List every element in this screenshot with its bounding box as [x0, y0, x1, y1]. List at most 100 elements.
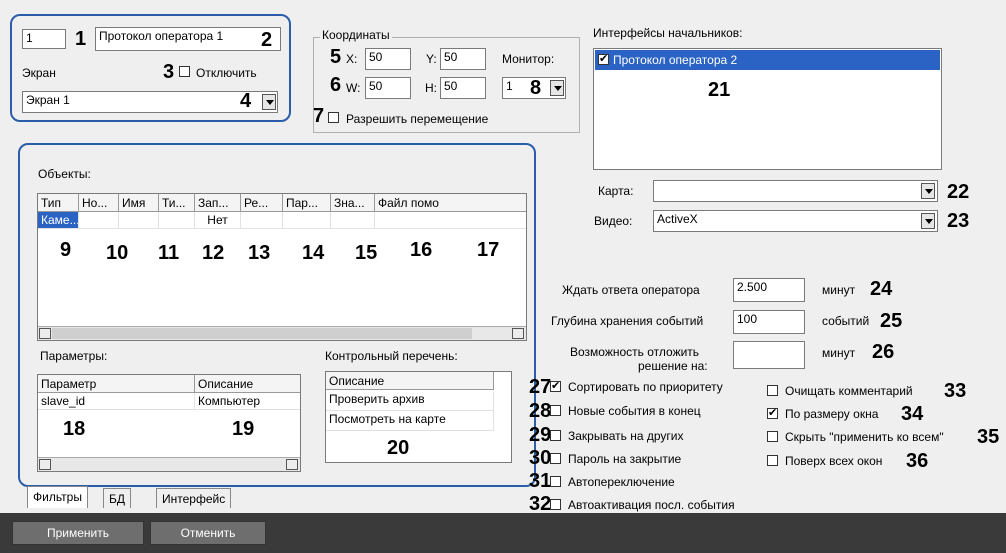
x-input[interactable]: 50 — [365, 48, 411, 70]
objects-cell-value[interactable] — [331, 212, 375, 229]
checklist-title: Контрольный перечень: — [325, 349, 458, 363]
option-clear-comment-label: Очищать комментарий — [785, 384, 913, 398]
screen-dropdown-icon[interactable] — [262, 94, 276, 110]
checklist-row-1[interactable]: Проверить архив — [326, 391, 494, 411]
params-hscrollbar[interactable] — [38, 457, 300, 471]
objects-cell-name[interactable] — [119, 212, 159, 229]
disable-checkbox[interactable] — [179, 66, 190, 77]
apply-button[interactable]: Применить — [12, 521, 144, 545]
marker-31: 31 — [529, 470, 552, 492]
objects-col-8[interactable]: Файл помо — [375, 194, 526, 212]
scroll-left-icon[interactable] — [39, 328, 51, 339]
y-label: Y: — [426, 52, 437, 66]
h-input[interactable]: 50 — [440, 77, 486, 99]
marker-27: 27 — [529, 376, 552, 398]
id-field[interactable]: 1 — [22, 29, 66, 49]
params-col-0[interactable]: Параметр — [38, 375, 195, 393]
scroll-right-icon[interactable] — [512, 328, 524, 339]
objects-cell-number[interactable] — [79, 212, 119, 229]
map-dropdown-icon[interactable] — [921, 183, 935, 199]
supervisors-list[interactable]: ✔ Протокол оператора 2 — [593, 48, 942, 170]
option-always-on-top-label: Поверх всех окон — [785, 454, 883, 468]
supervisor-item[interactable]: ✔ Протокол оператора 2 — [595, 50, 940, 70]
objects-col-3[interactable]: Ти... — [159, 194, 195, 212]
marker-36: 36 — [906, 450, 929, 472]
disable-label: Отключить — [196, 66, 257, 80]
marker-8: 8 — [530, 77, 542, 99]
objects-col-2[interactable]: Имя — [119, 194, 159, 212]
postpone-label-1: Возможность отложить — [570, 345, 700, 359]
option-fit-window-label: По размеру окна — [785, 407, 879, 421]
marker-21: 21 — [708, 79, 731, 101]
params-title: Параметры: — [40, 349, 108, 363]
objects-cell-type[interactable]: Каме... — [38, 212, 79, 229]
objects-cell-start[interactable]: Нет — [195, 212, 241, 229]
postpone-input[interactable] — [733, 341, 805, 369]
option-clear-comment-checkbox[interactable] — [767, 385, 778, 396]
option-auto-activate-checkbox[interactable] — [550, 499, 561, 510]
objects-hscrollbar[interactable] — [38, 326, 526, 340]
marker-16: 16 — [410, 239, 433, 261]
option-close-others-label: Закрывать на других — [568, 429, 684, 443]
marker-20: 20 — [387, 437, 410, 459]
marker-29: 29 — [529, 424, 552, 446]
checklist-row-2[interactable]: Посмотреть на карте — [326, 411, 494, 431]
h-label: H: — [425, 81, 437, 95]
option-auto-switch-checkbox[interactable] — [550, 476, 561, 487]
marker-9: 9 — [60, 239, 72, 261]
marker-7: 7 — [313, 105, 325, 127]
option-always-on-top-checkbox[interactable] — [767, 455, 778, 466]
video-dropdown-icon[interactable] — [921, 213, 935, 229]
marker-17: 17 — [477, 239, 500, 261]
checklist-grid[interactable]: Описание Проверить архив Посмотреть на к… — [325, 371, 512, 463]
marker-30: 30 — [529, 447, 552, 469]
option-close-others-checkbox[interactable] — [550, 430, 561, 441]
marker-12: 12 — [202, 242, 225, 264]
postpone-unit: минут — [822, 346, 856, 360]
option-new-events-end-checkbox[interactable] — [550, 405, 561, 416]
scroll-thumb[interactable] — [52, 328, 472, 339]
marker-18: 18 — [63, 418, 86, 440]
objects-cell-mode[interactable] — [241, 212, 283, 229]
objects-cell-help[interactable] — [375, 212, 526, 229]
objects-cell-kind[interactable] — [159, 212, 195, 229]
name-field[interactable]: Протокол оператора 1 — [95, 27, 281, 51]
params-scroll-right-icon[interactable] — [286, 459, 298, 470]
objects-col-0[interactable]: Тип — [38, 194, 79, 212]
supervisor-checkbox[interactable]: ✔ — [598, 54, 609, 65]
objects-grid[interactable]: Тип Но... Имя Ти... Зап... Ре... Пар... … — [37, 193, 527, 341]
tab-interface[interactable]: Интерфейс — [156, 488, 232, 508]
params-cell-param[interactable]: slave_id — [38, 393, 195, 410]
cancel-button[interactable]: Отменить — [150, 521, 266, 545]
objects-cell-param[interactable] — [283, 212, 331, 229]
y-input[interactable]: 50 — [440, 48, 486, 70]
tab-filters[interactable]: Фильтры — [27, 486, 88, 508]
marker-35: 35 — [977, 426, 1000, 448]
option-new-events-end-label: Новые события в конец — [568, 404, 701, 418]
marker-28: 28 — [529, 400, 552, 422]
objects-col-4[interactable]: Зап... — [195, 194, 241, 212]
depth-input[interactable]: 100 — [733, 310, 805, 334]
monitor-dropdown-icon[interactable] — [550, 80, 564, 96]
w-input[interactable]: 50 — [365, 77, 411, 99]
video-select[interactable]: ActiveX — [653, 210, 938, 232]
option-sort-priority-checkbox[interactable]: ✔ — [550, 381, 561, 392]
marker-33: 33 — [944, 380, 967, 402]
params-col-1[interactable]: Описание — [195, 375, 300, 393]
params-scroll-left-icon[interactable] — [39, 459, 51, 470]
tab-db[interactable]: БД — [103, 488, 132, 508]
wait-input[interactable]: 2.500 — [733, 278, 805, 302]
objects-col-1[interactable]: Но... — [79, 194, 119, 212]
allow-move-checkbox[interactable] — [328, 112, 339, 123]
objects-col-5[interactable]: Ре... — [241, 194, 283, 212]
params-cell-desc[interactable]: Компьютер — [195, 393, 300, 410]
option-hide-apply-all-checkbox[interactable] — [767, 431, 778, 442]
option-fit-window-checkbox[interactable]: ✔ — [767, 408, 778, 419]
objects-col-6[interactable]: Пар... — [283, 194, 331, 212]
objects-col-7[interactable]: Зна... — [331, 194, 375, 212]
checklist-col-0[interactable]: Описание — [326, 372, 494, 390]
marker-3: 3 — [163, 61, 175, 83]
option-auto-activate-label: Автоактивация посл. события — [568, 498, 735, 512]
map-select[interactable] — [653, 180, 938, 202]
option-close-password-checkbox[interactable] — [550, 453, 561, 464]
